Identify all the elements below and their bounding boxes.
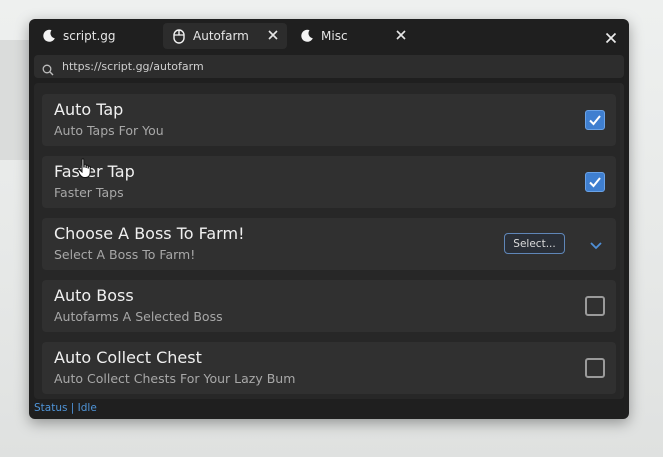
option-title: Auto Tap <box>54 100 124 119</box>
tab-label: Misc <box>321 29 348 43</box>
option-description: Autofarms A Selected Boss <box>54 309 223 324</box>
search-icon <box>42 61 54 75</box>
mouse-icon <box>171 28 187 44</box>
close-icon[interactable] <box>265 27 281 43</box>
option-title: Auto Collect Chest <box>54 348 202 367</box>
option-description: Select A Boss To Farm! <box>54 247 196 262</box>
hand-cursor-icon <box>77 158 93 180</box>
option-auto-tap: Auto Tap Auto Taps For You <box>42 94 616 146</box>
script-window: script.gg Autofarm Misc https://script.g… <box>29 19 629 419</box>
window-close-icon[interactable] <box>605 29 619 44</box>
tab-label: Autofarm <box>193 29 249 43</box>
boss-select-button[interactable]: Select... <box>504 233 565 254</box>
url-input[interactable] <box>62 60 602 73</box>
checkmark-icon <box>589 115 601 126</box>
option-auto-collect-chest: Auto Collect Chest Auto Collect Chests F… <box>42 342 616 394</box>
moon-icon <box>41 28 57 44</box>
option-choose-boss: Choose A Boss To Farm! Select A Boss To … <box>42 218 616 270</box>
option-description: Auto Collect Chests For Your Lazy Bum <box>54 371 296 386</box>
close-icon[interactable] <box>393 27 409 43</box>
option-faster-tap: Faster Tap Faster Taps <box>42 156 616 208</box>
option-title: Auto Boss <box>54 286 134 305</box>
option-title: Choose A Boss To Farm! <box>54 224 245 243</box>
tab-misc[interactable]: Misc <box>291 23 415 49</box>
moon-icon <box>299 28 315 44</box>
option-description: Auto Taps For You <box>54 123 164 138</box>
option-auto-boss: Auto Boss Autofarms A Selected Boss <box>42 280 616 332</box>
tab-script-gg[interactable]: script.gg <box>33 23 157 49</box>
address-bar <box>34 55 624 78</box>
auto-boss-checkbox[interactable] <box>585 296 605 316</box>
tab-label: script.gg <box>63 29 116 43</box>
option-description: Faster Taps <box>54 185 124 200</box>
chevron-down-icon[interactable] <box>589 237 603 251</box>
auto-tap-checkbox[interactable] <box>585 110 605 130</box>
auto-collect-chest-checkbox[interactable] <box>585 358 605 378</box>
faster-tap-checkbox[interactable] <box>585 172 605 192</box>
scrollbar[interactable] <box>620 83 624 399</box>
tab-bar: script.gg Autofarm Misc <box>29 19 629 52</box>
tab-autofarm[interactable]: Autofarm <box>163 23 287 49</box>
checkmark-icon <box>589 177 601 188</box>
option-title: Faster Tap <box>54 162 135 181</box>
options-list: Auto Tap Auto Taps For You Faster Tap Fa… <box>34 83 624 399</box>
status-text: Status | Idle <box>34 402 97 414</box>
